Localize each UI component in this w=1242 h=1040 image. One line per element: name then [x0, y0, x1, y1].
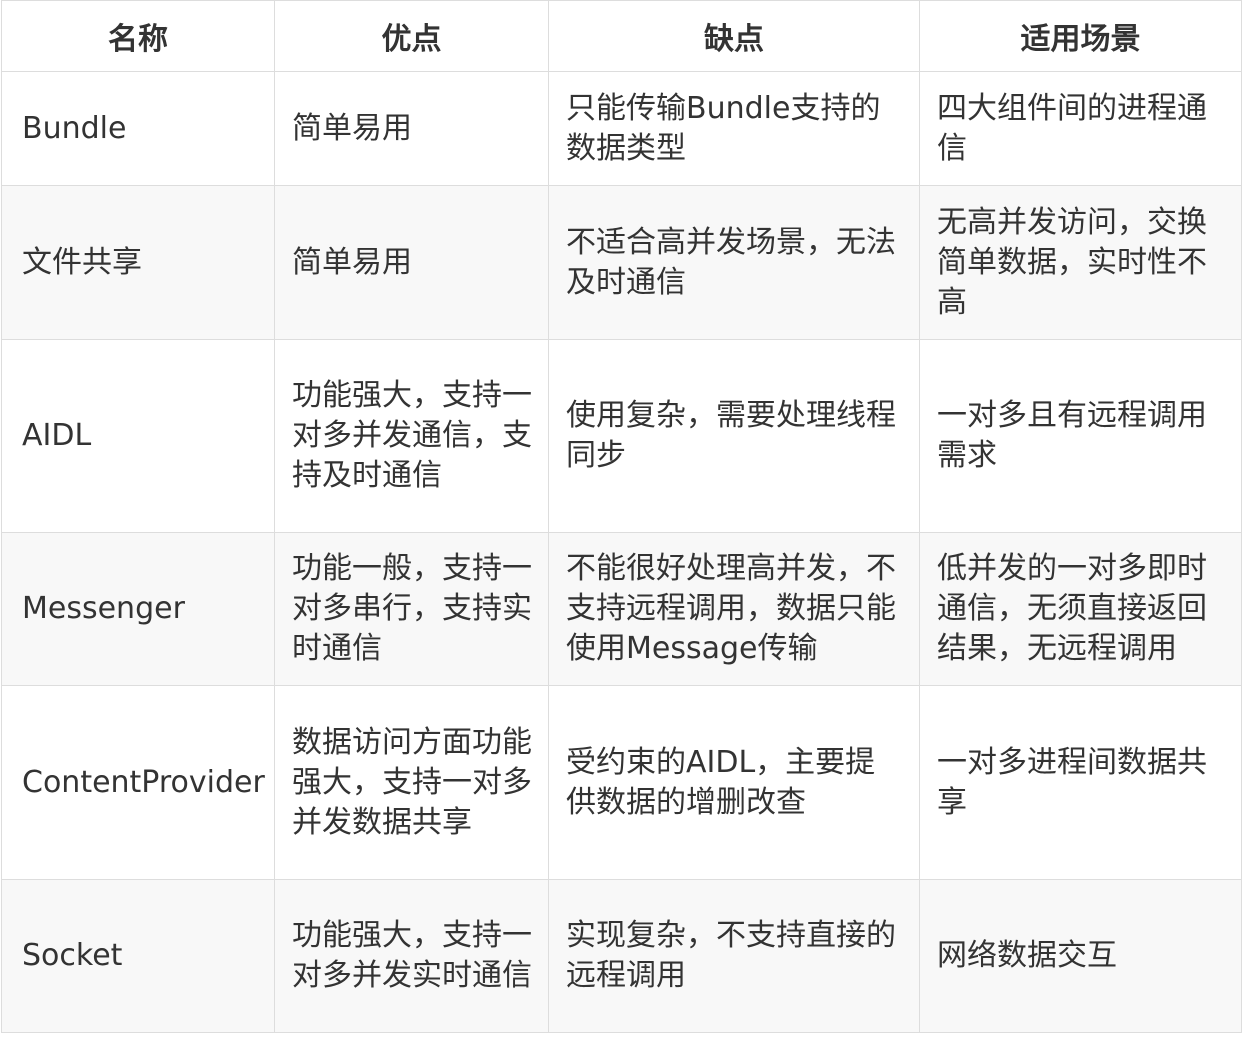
cell-pros: 功能强大，支持一对多并发实时通信: [274, 879, 549, 1033]
cell-use-case: 网络数据交互: [919, 879, 1242, 1033]
cell-cons: 实现复杂，不支持直接的远程调用: [548, 879, 920, 1033]
header-row: 名称 优点 缺点 适用场景: [1, 0, 1242, 72]
cell-name: Messenger: [1, 532, 275, 686]
cell-pros: 数据访问方面功能强大，支持一对多并发数据共享: [274, 685, 549, 880]
table-row: Socket 功能强大，支持一对多并发实时通信 实现复杂，不支持直接的远程调用 …: [1, 879, 1242, 1033]
cell-pros: 功能强大，支持一对多并发通信，支持及时通信: [274, 339, 549, 533]
cell-use-case: 低并发的一对多即时通信，无须直接返回结果，无远程调用: [919, 532, 1242, 686]
cell-cons: 不适合高并发场景，无法及时通信: [548, 185, 920, 340]
header-pros: 优点: [274, 0, 549, 72]
table-row: ContentProvider 数据访问方面功能强大，支持一对多并发数据共享 受…: [1, 685, 1242, 880]
cell-use-case: 四大组件间的进程通信: [919, 71, 1242, 186]
cell-name: 文件共享: [1, 185, 275, 340]
cell-use-case: 一对多进程间数据共享: [919, 685, 1242, 880]
table-row: Messenger 功能一般，支持一对多串行，支持实时通信 不能很好处理高并发，…: [1, 532, 1242, 686]
cell-pros: 简单易用: [274, 71, 549, 186]
cell-cons: 使用复杂，需要处理线程同步: [548, 339, 920, 533]
cell-name: Bundle: [1, 71, 275, 186]
header-cons: 缺点: [548, 0, 920, 72]
cell-cons: 只能传输Bundle支持的数据类型: [548, 71, 920, 186]
cell-pros: 简单易用: [274, 185, 549, 340]
table-row: Bundle 简单易用 只能传输Bundle支持的数据类型 四大组件间的进程通信: [1, 71, 1242, 186]
cell-cons: 不能很好处理高并发，不支持远程调用，数据只能使用Message传输: [548, 532, 920, 686]
table-body: Bundle 简单易用 只能传输Bundle支持的数据类型 四大组件间的进程通信…: [1, 71, 1242, 1033]
table-row: AIDL 功能强大，支持一对多并发通信，支持及时通信 使用复杂，需要处理线程同步…: [1, 339, 1242, 533]
header-name: 名称: [1, 0, 275, 72]
table-header: 名称 优点 缺点 适用场景: [1, 0, 1242, 72]
header-use-case: 适用场景: [919, 0, 1242, 72]
cell-pros: 功能一般，支持一对多串行，支持实时通信: [274, 532, 549, 686]
cell-name: Socket: [1, 879, 275, 1033]
ipc-comparison-table: 名称 优点 缺点 适用场景 Bundle 简单易用 只能传输Bundle支持的数…: [1, 0, 1242, 1033]
cell-use-case: 一对多且有远程调用需求: [919, 339, 1242, 533]
table-row: 文件共享 简单易用 不适合高并发场景，无法及时通信 无高并发访问，交换简单数据，…: [1, 185, 1242, 340]
cell-cons: 受约束的AIDL，主要提供数据的增删改查: [548, 685, 920, 880]
cell-name: ContentProvider: [1, 685, 275, 880]
cell-use-case: 无高并发访问，交换简单数据，实时性不高: [919, 185, 1242, 340]
cell-name: AIDL: [1, 339, 275, 533]
